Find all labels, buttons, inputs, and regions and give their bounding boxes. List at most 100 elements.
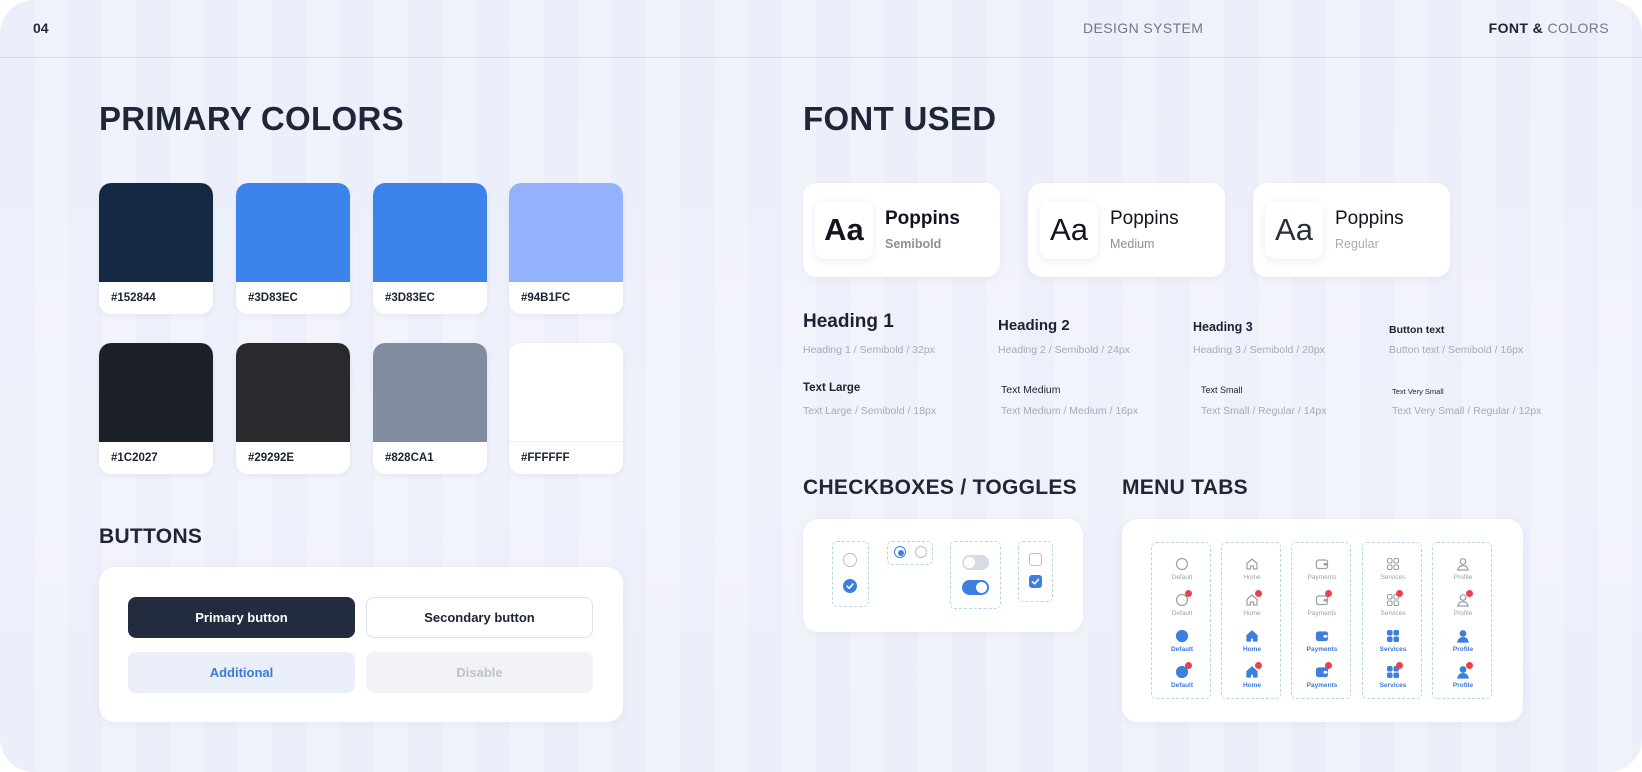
menu-tab-label: Payments [1307, 610, 1337, 617]
type-text-medium: Text Medium [1001, 384, 1061, 396]
menu-tab-profile[interactable]: Profile [1433, 590, 1493, 623]
radio-selected[interactable] [894, 546, 906, 558]
menu-tab-default[interactable]: Default [1152, 557, 1212, 587]
menu-tab-services[interactable]: Services [1363, 662, 1423, 695]
menu-tab-column-profile: Profile Profile Profile Profile [1432, 542, 1492, 699]
menu-tab-payments[interactable]: Payments [1292, 590, 1352, 623]
swatch-hex-label: #3D83EC [385, 292, 435, 304]
buttons-card: Primary button Secondary button Addition… [99, 567, 623, 722]
swatch-color [236, 343, 350, 442]
font-name: Poppins [885, 208, 960, 229]
menu-tab-home[interactable]: Home [1222, 590, 1282, 623]
font-weight: Semibold [885, 237, 942, 251]
primary-button[interactable]: Primary button [128, 597, 355, 638]
menu-tabs-title: MENU TABS [1122, 476, 1248, 499]
user-icon [1456, 557, 1470, 571]
type-heading-3: Heading 3 [1193, 320, 1253, 334]
swatch-hex-label: #29292E [248, 452, 295, 464]
menu-tab-label: Default [1171, 574, 1193, 581]
menu-tab-home[interactable]: Home [1222, 662, 1282, 695]
menu-tab-profile[interactable]: Profile [1433, 662, 1493, 695]
checkboxes-card [803, 519, 1083, 632]
font-used-title: FONT USED [803, 100, 997, 137]
toggle-group [950, 541, 1001, 609]
menu-tab-default[interactable]: Default [1152, 590, 1212, 623]
checkbox-checked[interactable] [1029, 575, 1042, 588]
type-heading-2-spec: Heading 2 / Semibold / 24px [998, 344, 1130, 356]
radio-checked[interactable] [843, 579, 857, 593]
menu-tab-profile[interactable]: Profile [1433, 629, 1493, 659]
notification-badge-icon [1325, 662, 1332, 669]
menu-tab-label: Home [1243, 574, 1261, 581]
swatch-hex-label: #1C2027 [111, 452, 158, 464]
checkboxes-toggles-title: CHECKBOXES / TOGGLES [803, 476, 1077, 499]
toggle-knob [964, 557, 975, 568]
type-text-small: Text Small [1201, 385, 1243, 395]
top-bar: 04 DESIGN SYSTEM FONT & COLORS [0, 0, 1642, 58]
notification-badge-icon [1396, 662, 1403, 669]
menu-tab-default[interactable]: Default [1152, 662, 1212, 695]
notification-badge-icon [1466, 590, 1473, 597]
swatch-hex-label: #152844 [111, 292, 156, 304]
additional-button[interactable]: Additional [128, 652, 355, 693]
swatch-color [509, 183, 623, 282]
menu-tab-payments[interactable]: Payments [1292, 662, 1352, 695]
font-sample: Aa [815, 201, 873, 259]
menu-tab-payments[interactable]: Payments [1292, 557, 1352, 587]
type-text-very-small: Text Very Small [1392, 387, 1444, 396]
menu-tabs-card: Default Default Default Default Home Home Home… [1122, 519, 1523, 722]
font-name: Poppins [1335, 208, 1404, 229]
color-swatch: #FFFFFF [509, 343, 623, 474]
menu-tab-label: Services [1379, 646, 1407, 653]
grid-icon [1386, 629, 1400, 643]
checkbox-unchecked[interactable] [1029, 553, 1042, 566]
menu-tab-label: Services [1380, 610, 1406, 617]
type-text-very-small-spec: Text Very Small / Regular / 12px [1392, 405, 1542, 417]
menu-tab-column-default: Default Default Default Default [1151, 542, 1211, 699]
menu-tab-payments[interactable]: Payments [1292, 629, 1352, 659]
checkbox-group [1018, 541, 1053, 602]
radio-unchecked[interactable] [843, 553, 857, 567]
type-text-medium-spec: Text Medium / Medium / 16px [1001, 405, 1139, 417]
menu-tab-label: Default [1171, 610, 1193, 617]
swatch-hex-label: #828CA1 [385, 452, 434, 464]
circle-icon [1175, 629, 1189, 643]
menu-tab-services[interactable]: Services [1363, 629, 1423, 659]
menu-tab-label: Default [1170, 646, 1194, 653]
header-section-part1: FONT & [1488, 20, 1548, 36]
menu-tab-label: Profile [1453, 610, 1473, 617]
menu-tab-label: Payments [1307, 574, 1337, 581]
wallet-icon [1315, 629, 1329, 643]
menu-tab-profile[interactable]: Profile [1433, 557, 1493, 587]
menu-tab-label: Payments [1306, 646, 1338, 653]
menu-tab-label: Profile [1452, 682, 1474, 689]
grid-icon [1386, 557, 1400, 571]
menu-tab-column-payments: Payments Payments Payments Payments [1291, 542, 1351, 699]
color-swatch: #29292E [236, 343, 350, 474]
menu-tab-services[interactable]: Services [1363, 590, 1423, 623]
font-card-regular: Aa Poppins Regular [1253, 183, 1450, 277]
menu-tab-default[interactable]: Default [1152, 629, 1212, 659]
menu-tab-label: Services [1379, 682, 1407, 689]
secondary-button[interactable]: Secondary button [366, 597, 593, 638]
type-heading-1: Heading 1 [803, 311, 894, 332]
swatch-color [99, 343, 213, 442]
home-icon [1245, 629, 1259, 643]
radio-group-vertical [832, 541, 869, 607]
menu-tab-services[interactable]: Services [1363, 557, 1423, 587]
radio-unselected[interactable] [915, 546, 927, 558]
swatch-color [509, 343, 623, 442]
font-weight: Regular [1335, 237, 1379, 251]
toggle-off[interactable] [962, 555, 989, 570]
swatch-hex-label: #FFFFFF [521, 452, 570, 464]
type-button-text: Button text [1389, 324, 1445, 336]
swatch-color [99, 183, 213, 282]
menu-tab-home[interactable]: Home [1222, 629, 1282, 659]
radio-group-horizontal [887, 541, 933, 565]
toggle-on[interactable] [962, 580, 989, 595]
swatch-color [373, 183, 487, 282]
notification-badge-icon [1396, 590, 1403, 597]
menu-tab-home[interactable]: Home [1222, 557, 1282, 587]
header-section-part2: COLORS [1547, 20, 1609, 36]
check-icon [845, 582, 854, 589]
